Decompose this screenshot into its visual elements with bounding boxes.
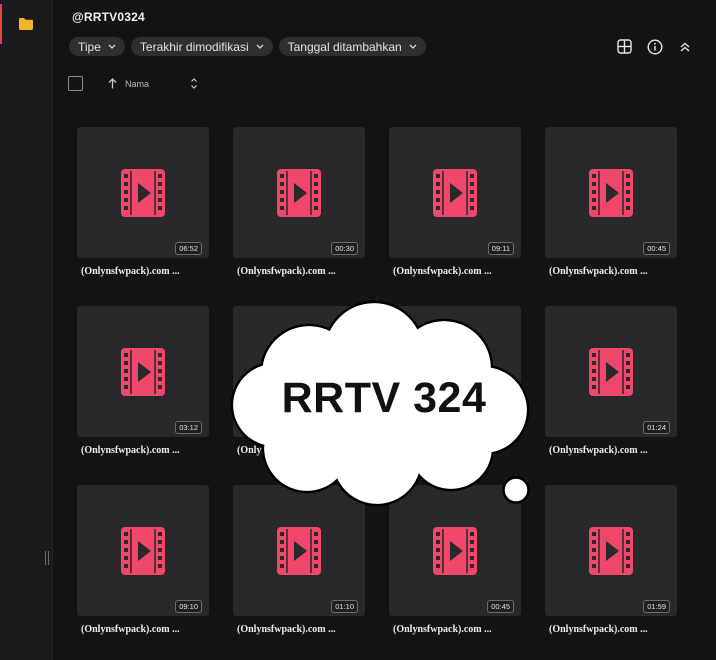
video-file-icon: [121, 348, 165, 396]
sort-bar: Nama: [68, 76, 368, 94]
info-button[interactable]: [645, 37, 664, 56]
filter-added-button[interactable]: Tanggal ditambahkan: [278, 37, 426, 56]
video-thumbnail[interactable]: 01:59: [545, 485, 677, 616]
duration-badge: 01:59: [643, 600, 670, 613]
video-file-icon: [121, 169, 165, 217]
filter-type-button[interactable]: Tipe: [69, 37, 125, 56]
file-name: (Onlynsfwpack).com ...: [393, 266, 492, 277]
sidebar: [0, 0, 53, 660]
file-name: (Onlynsfwpack).com ...: [393, 624, 492, 635]
video-thumbnail[interactable]: 00:30: [233, 127, 365, 258]
grid-view-icon: [617, 39, 632, 54]
video-file-icon: [589, 348, 633, 396]
grid-view-button[interactable]: [615, 37, 634, 56]
video-thumbnail[interactable]: 09:11: [389, 127, 521, 258]
active-indicator: [0, 4, 2, 44]
filter-type-label: Tipe: [78, 39, 101, 54]
sidebar-resize-handle[interactable]: [45, 551, 51, 565]
file-name: (Onlynsfwpack).com ...: [81, 266, 180, 277]
chevron-down-icon: [256, 44, 264, 49]
collapse-icon: [680, 42, 689, 52]
arrow-up-icon[interactable]: [108, 78, 117, 89]
duration-badge: 06:52: [175, 242, 202, 255]
chevron-down-icon: [409, 44, 417, 49]
video-file-icon: [277, 527, 321, 575]
duration-badge: 00:30: [331, 242, 358, 255]
duration-badge: 03:12: [175, 421, 202, 434]
video-file-icon: [121, 527, 165, 575]
video-thumbnail[interactable]: 06:52: [77, 127, 209, 258]
file-name: (Onlynsfwpack).com ...: [549, 445, 648, 456]
sort-label[interactable]: Nama: [125, 79, 149, 89]
folder-icon: [19, 18, 33, 30]
video-thumbnail[interactable]: 01:24: [545, 306, 677, 437]
duration-badge: 01:24: [643, 421, 670, 434]
sidebar-item-folder[interactable]: [0, 4, 52, 44]
video-file-icon: [589, 169, 633, 217]
toolbar: [615, 37, 694, 56]
duration-badge: 00:45: [487, 600, 514, 613]
file-name: (Onlynsfwpack).com ...: [237, 266, 336, 277]
filter-bar: Tipe Terakhir dimodifikasi Tanggal ditam…: [69, 37, 426, 56]
collapse-button[interactable]: [675, 37, 694, 56]
overlay-caption: RRTV 324: [281, 374, 487, 422]
file-name: (Onlynsfwpack).com ...: [81, 624, 180, 635]
duration-badge: 01:10: [331, 600, 358, 613]
info-icon: [646, 38, 663, 55]
video-file-icon: [433, 527, 477, 575]
video-file-icon: [433, 169, 477, 217]
page-title: @RRTV0324: [72, 10, 145, 24]
duration-badge: 09:10: [175, 600, 202, 613]
duration-badge: 00:45: [643, 242, 670, 255]
sort-toggle-icon[interactable]: [190, 77, 198, 90]
file-name: (Onlynsfwpack).com ...: [549, 266, 648, 277]
video-file-icon: [589, 527, 633, 575]
video-thumbnail[interactable]: 09:10: [77, 485, 209, 616]
filter-modified-button[interactable]: Terakhir dimodifikasi: [130, 37, 273, 56]
video-thumbnail[interactable]: 00:45: [545, 127, 677, 258]
file-name: (Onlynsfwpack).com ...: [237, 624, 336, 635]
chevron-down-icon: [108, 44, 116, 49]
video-thumbnail[interactable]: 03:12: [77, 306, 209, 437]
duration-badge: 09:11: [487, 242, 514, 255]
filter-added-label: Tanggal ditambahkan: [287, 39, 402, 54]
video-file-icon: [277, 169, 321, 217]
select-all-checkbox[interactable]: [68, 76, 83, 91]
filter-modified-label: Terakhir dimodifikasi: [139, 39, 249, 54]
file-name: (Onlynsfwpack).com ...: [81, 445, 180, 456]
file-name: (Onlynsfwpack).com ...: [549, 624, 648, 635]
